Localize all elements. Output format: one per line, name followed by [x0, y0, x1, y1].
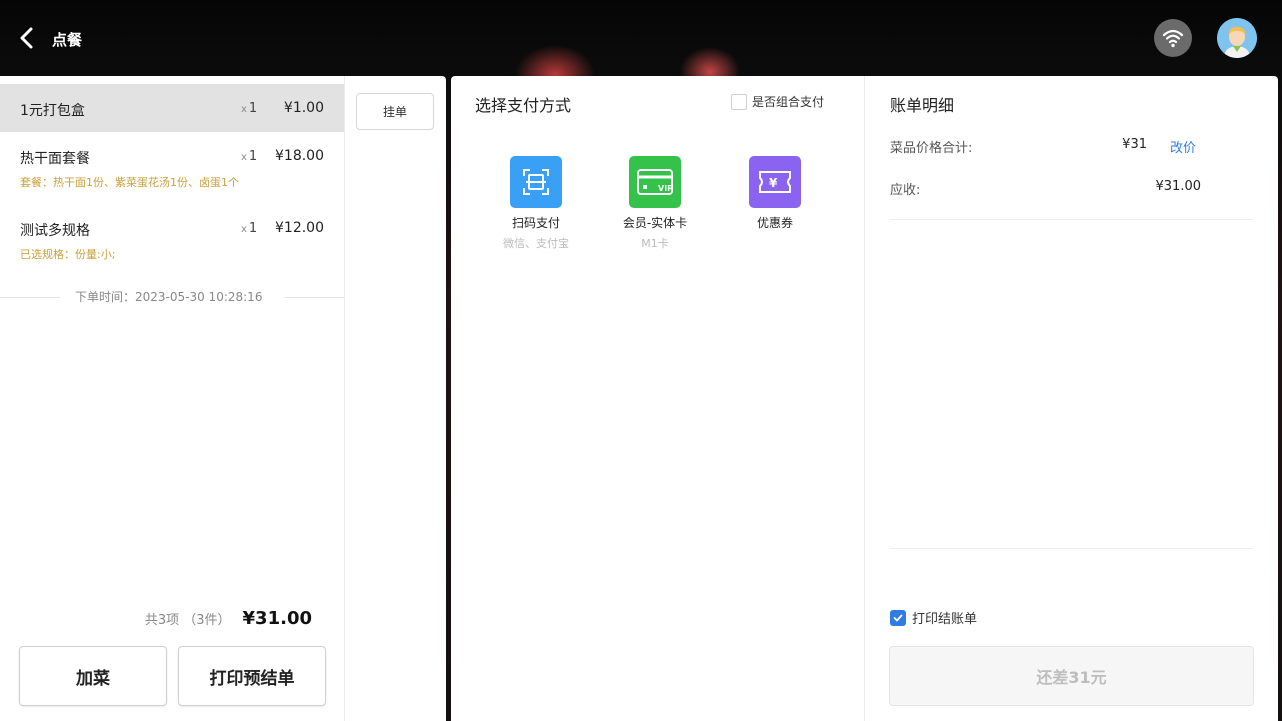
item-name: 热干面套餐: [20, 151, 90, 167]
qty-prefix: x: [241, 224, 247, 235]
order-item[interactable]: 热干面套餐 x1 ¥18.00 套餐：热干面1份、紫菜蛋花汤1份、卤蛋1个: [0, 138, 344, 198]
order-item[interactable]: 1元打包盒 x1 ¥1.00: [0, 84, 344, 132]
pay-method-sub: 微信、支付宝: [503, 237, 569, 250]
scan-icon: [510, 156, 562, 208]
avatar[interactable]: [1217, 18, 1257, 58]
summary-count: 共3项 （3件）: [144, 613, 231, 628]
pay-method-sub: M1卡: [641, 237, 669, 250]
item-price: ¥1.00: [283, 100, 324, 116]
item-qty: x1: [241, 221, 257, 236]
divider: [285, 297, 344, 298]
pay-method-name: 会员-实体卡: [622, 216, 688, 230]
bill-title: 账单明细: [890, 96, 955, 115]
order-time: 下单时间：2023-05-30 10:28:16: [75, 290, 263, 304]
pay-method-name: 扫码支付: [511, 216, 560, 230]
wifi-icon[interactable]: [1154, 19, 1192, 57]
order-total: ¥31.00: [242, 608, 312, 629]
item-name: 1元打包盒: [20, 103, 85, 119]
combine-payment-checkbox[interactable]: 是否组合支付: [731, 93, 824, 110]
item-note: 套餐：热干面1份、紫菜蛋花汤1份、卤蛋1个: [20, 176, 239, 189]
item-name: 测试多规格: [20, 223, 90, 239]
page-title: 点餐: [52, 31, 83, 49]
coupon-icon: ¥: [749, 156, 801, 208]
checkbox-checked-icon[interactable]: [890, 609, 906, 626]
pay-method-member-card[interactable]: VIP 会员-实体卡 M1卡: [600, 156, 710, 251]
checkbox-icon[interactable]: [731, 93, 747, 110]
divider: [890, 219, 1253, 220]
qty-value: 1: [248, 101, 258, 116]
qty-prefix: x: [241, 152, 247, 163]
payment-title: 选择支付方式: [475, 96, 572, 115]
receivable-value: ¥31.00: [1155, 179, 1202, 194]
divider: [890, 548, 1253, 549]
receivable-label: 应收:: [890, 183, 921, 198]
item-qty: x1: [241, 149, 257, 164]
hang-order-button[interactable]: 挂单: [356, 93, 434, 130]
print-pre-bill-button[interactable]: 打印预结单: [178, 646, 326, 706]
qty-value: 1: [248, 221, 258, 236]
pay-method-coupon[interactable]: ¥ 优惠券: [720, 156, 830, 231]
qty-value: 1: [248, 149, 258, 164]
item-price: ¥12.00: [275, 220, 324, 236]
order-panel: 1元打包盒 x1 ¥1.00 热干面套餐 x1 ¥18.00 套餐：热干面1份、…: [0, 76, 446, 721]
change-price-link[interactable]: 改价: [1170, 137, 1196, 156]
pay-method-name: 优惠券: [756, 216, 793, 230]
back-icon[interactable]: [16, 24, 42, 52]
print-bill-label: 打印结账单: [912, 612, 978, 627]
dish-total-value: ¥31: [1122, 137, 1147, 152]
pay-method-scan[interactable]: 扫码支付 微信、支付宝: [481, 156, 591, 251]
qty-prefix: x: [241, 104, 247, 115]
combine-payment-label: 是否组合支付: [752, 95, 825, 109]
divider: [0, 297, 60, 298]
checkout-button[interactable]: 还差31元: [889, 646, 1254, 706]
svg-text:VIP: VIP: [658, 184, 673, 193]
print-bill-checkbox[interactable]: 打印结账单: [890, 608, 977, 627]
item-price: ¥18.00: [275, 148, 324, 164]
item-qty: x1: [241, 101, 257, 116]
order-item[interactable]: 测试多规格 x1 ¥12.00 已选规格：份量:小;: [0, 210, 344, 270]
bill-panel: 账单明细 菜品价格合计: ¥31 改价 应收: ¥31.00 打印结账单 还差3…: [865, 76, 1278, 721]
vip-card-icon: VIP: [629, 156, 681, 208]
top-bar: 点餐: [0, 0, 1282, 76]
order-time-row: 下单时间：2023-05-30 10:28:16: [0, 288, 344, 306]
payment-panel: 选择支付方式 是否组合支付 扫码支付 微信、支付宝 VIP 会员-实体卡 M1卡: [451, 76, 865, 721]
order-list: 1元打包盒 x1 ¥1.00 热干面套餐 x1 ¥18.00 套餐：热干面1份、…: [0, 76, 345, 721]
dish-total-label: 菜品价格合计:: [890, 141, 973, 156]
order-summary: 共3项 （3件） ¥31.00: [145, 608, 312, 629]
add-dish-button[interactable]: 加菜: [19, 646, 167, 706]
svg-text:¥: ¥: [769, 176, 778, 190]
item-note: 已选规格：份量:小;: [20, 248, 116, 261]
